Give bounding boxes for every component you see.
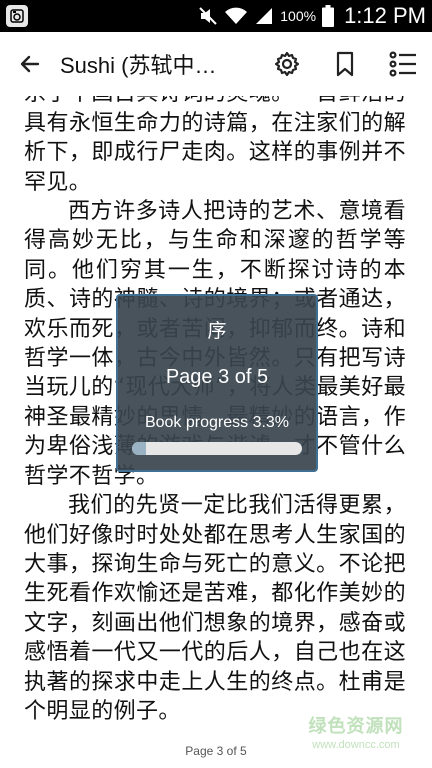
battery-icon (322, 5, 335, 27)
bookmark-icon (336, 51, 354, 77)
watermark-url: www.downcc.com (312, 739, 400, 751)
settings-button[interactable] (258, 32, 316, 96)
book-title: Sushi (苏轼中… (60, 53, 217, 78)
wifi-icon (224, 6, 248, 26)
battery-percentage: 100% (280, 8, 317, 24)
page-indicator: Page 3 of 5 (165, 366, 269, 388)
app-notification-icon (6, 5, 28, 27)
book-progress-bar (132, 442, 302, 455)
book-progress-fill (132, 442, 146, 455)
status-bar: 100% 1:12 PM (0, 0, 432, 32)
status-time: 1:12 PM (344, 3, 426, 28)
table-of-contents-button[interactable] (374, 32, 432, 96)
app-toolbar: Sushi (苏轼中… (0, 32, 432, 96)
bookmark-button[interactable] (316, 32, 374, 96)
signal-icon (254, 6, 274, 26)
table-of-contents-icon (389, 51, 416, 77)
back-arrow-icon (20, 55, 40, 73)
back-button[interactable] (0, 32, 60, 96)
settings-gear-icon (274, 51, 300, 77)
chapter-title: 序 (207, 320, 227, 342)
watermark-text: 绿色资源网 (308, 716, 404, 737)
book-progress-label: Book progress 3.3% (144, 414, 290, 431)
page-progress-popup: 序 Page 3 of 5 Book progress 3.3% (116, 294, 318, 472)
paragraph: 我们的先贤一定比我们活得更累，他们好像时时处处都在思考人生家国的大事，探询生命与… (24, 493, 406, 724)
site-watermark: 绿色资源网 www.downcc.com (300, 716, 412, 762)
mute-icon (198, 6, 218, 26)
